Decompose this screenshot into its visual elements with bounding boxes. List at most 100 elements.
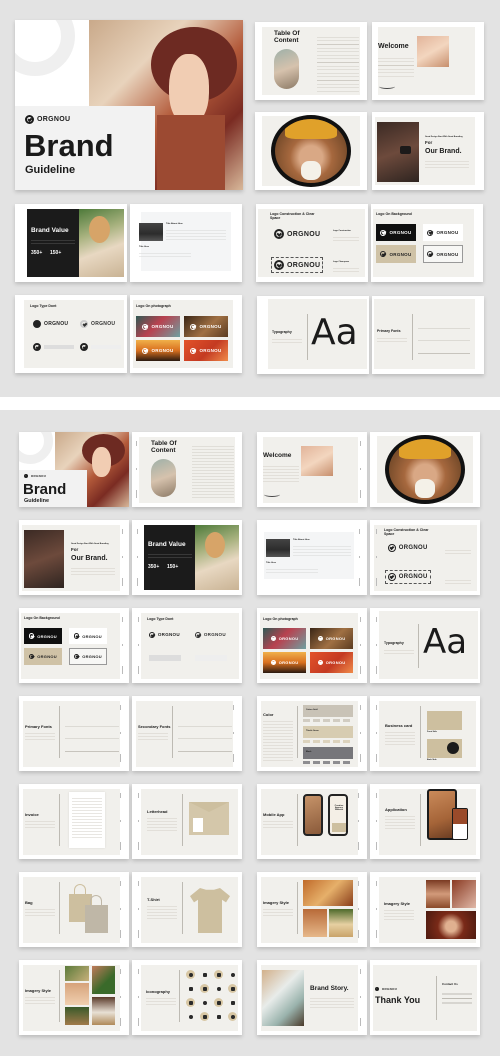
slide-title: Brand Story. — [310, 985, 349, 992]
brand-mark-icon — [74, 653, 80, 660]
brand-mark-icon — [29, 633, 35, 639]
slide-bag[interactable]: Bag — [19, 872, 129, 947]
slide-portrait[interactable] — [370, 432, 480, 507]
article-photo — [139, 223, 163, 241]
slide-logo-background[interactable]: Logo On Background ORGNOU ORGNOU ORGNOU … — [371, 204, 483, 282]
brand-mark-icon — [388, 544, 396, 552]
welcome-photo — [417, 36, 449, 67]
slide-title: Business card — [385, 723, 413, 728]
slide-primary-fonts[interactable]: Primary Fonts — [19, 696, 129, 771]
slide-thank-you[interactable]: ORGNOU Thank You Contact Us — [370, 960, 480, 1035]
slide-title: Logo Construction & Clear Space — [384, 528, 429, 536]
slide-title: Letterhead — [147, 809, 168, 814]
slide-toc[interactable]: Table Of Content — [132, 432, 242, 507]
icon-glyph — [186, 970, 195, 979]
slide-article[interactable]: Title About Here Title Here — [130, 204, 242, 282]
color-swatch: Cotton Gold — [303, 705, 353, 717]
brand-logo: ORGNOU — [375, 987, 397, 991]
cover-title: Brand — [24, 128, 114, 163]
article-heading: Title About Here — [166, 223, 183, 225]
slide-title: Typography — [384, 641, 404, 645]
slide-logo-construction[interactable]: Logo Construction & Clear Space ORGNOU ORG… — [370, 520, 480, 595]
slide-title: Primary Fonts — [25, 724, 52, 729]
slide-title: For — [71, 547, 79, 552]
slide-letterhead[interactable]: Letterhead — [132, 784, 242, 859]
slide-iconography[interactable]: Iconography — [132, 960, 242, 1035]
slide-logo-type-dont[interactable]: Logo Type Dont ORGNOU ORGNOU — [132, 608, 242, 683]
icon-glyph — [214, 984, 223, 993]
slide-tshirt[interactable]: T-Shirt — [132, 872, 242, 947]
icon-glyph — [200, 984, 209, 993]
slide-title: Table Of Content — [151, 440, 177, 454]
section-separator — [0, 397, 500, 410]
cover-subtitle: Guideline — [25, 164, 76, 176]
slide-logo-construction[interactable]: Logo Construction & Clear Space ORGNOU O… — [256, 204, 368, 282]
typography-sample: Aa — [311, 312, 358, 353]
slide-title: Color — [263, 712, 274, 717]
welcome-title: Welcome — [378, 43, 409, 50]
slide-imagery-style-2[interactable]: Imagery Style — [370, 872, 480, 947]
slide-color[interactable]: Color Cotton Gold Thistle Green Black — [257, 696, 367, 771]
icon-glyph — [214, 1012, 223, 1021]
slide-title: Guideline — [24, 498, 50, 504]
slide-portrait[interactable] — [255, 112, 367, 190]
slide-business-card[interactable]: Business card Front Side Back Side — [370, 696, 480, 771]
slide-secondary-fonts[interactable]: Secondary Fonts — [132, 696, 242, 771]
slide-title: Bag — [25, 900, 33, 905]
slide-title: Brand — [23, 481, 67, 498]
slide-application[interactable]: Application — [370, 784, 480, 859]
brand-logo: ORGNOU — [29, 633, 57, 639]
brand-logo: ORGNOU — [74, 633, 102, 639]
icon-glyph — [214, 970, 223, 979]
our-brand-title: Our Brand. — [425, 148, 462, 155]
slide-imagery-style-1[interactable]: Imagery Style — [257, 872, 367, 947]
logo-clearspace-mark: ORGNOU — [270, 257, 324, 273]
slide-cover[interactable]: ORGNOU Brand Guideline — [15, 20, 243, 190]
slide-our-brand[interactable]: Great Design Start With Great Branding F… — [372, 112, 484, 190]
icon-glyph — [200, 970, 209, 979]
toc-list — [317, 34, 359, 92]
slide-title: Contact Us — [442, 982, 458, 986]
icon-glyph — [200, 1012, 209, 1021]
slide-logo-type-dont[interactable]: Logo Type Dont ORGNOU ORGNOU — [15, 295, 127, 373]
brand-mark-icon — [74, 633, 80, 639]
slide-article[interactable]: Title About Here Title Here — [257, 520, 367, 595]
slide-title: Imagery Style — [384, 901, 411, 906]
slide-title: Application — [385, 807, 407, 812]
brand-logo: ORGNOU — [24, 474, 46, 478]
slide-cover[interactable]: ORGNOU Brand Guideline — [19, 432, 129, 507]
slide-typography[interactable]: Typography Aa — [257, 296, 369, 374]
slide-welcome[interactable]: Welcome — [372, 22, 484, 100]
logo-tile-white: ORGNOU — [423, 224, 463, 241]
preview-section-2: ORGNOU Brand Guideline Table Of Content Welc… — [0, 410, 500, 1056]
slide-logo-background[interactable]: Logo On Background ORGNOU ORGNOU ORGNOU ORGN… — [19, 608, 129, 683]
slide-title: Mobile App — [263, 812, 285, 817]
our-brand-for: For — [425, 140, 433, 145]
slide-mobile-app[interactable]: Mobile App Creative Agency Website — [257, 784, 367, 859]
logo-construction-title: Logo Construction & Clear Space — [270, 212, 315, 220]
icon-glyph — [228, 984, 237, 993]
slide-table-of-content[interactable]: Table Of Content — [255, 22, 367, 100]
slide-title: Imagery Style — [263, 900, 290, 905]
slide-title: 150+ — [167, 564, 179, 570]
slide-our-brand[interactable]: Great Design Start With Great Branding Fo… — [19, 520, 129, 595]
brand-mark-icon — [317, 635, 323, 642]
slide-logo-photograph[interactable]: Logo On photograph ORGNOU ORGNOU ORGNOU ORGN… — [257, 608, 367, 683]
slide-brand-value[interactable]: Brand Value 350+ 150+ — [132, 520, 242, 595]
slide-primary-fonts[interactable]: Primary Fonts — [372, 296, 484, 374]
icon-glyph — [186, 998, 195, 1007]
typography-title: Typography — [272, 330, 292, 334]
logo-tile-outline: ORGNOU — [423, 245, 463, 263]
slide-title: Logo On photograph — [263, 617, 298, 621]
slide-welcome[interactable]: Welcome — [257, 432, 367, 507]
slide-imagery-style-3[interactable]: Imagery Style — [19, 960, 129, 1035]
preview-section-1: ORGNOU Brand Guideline Table Of Content … — [0, 0, 500, 397]
icon-glyph — [186, 1012, 195, 1021]
slide-typography[interactable]: Typography Aa — [370, 608, 480, 683]
brand-logo: ORGNOU — [317, 659, 346, 666]
slide-brand-story[interactable]: Brand Story. — [257, 960, 367, 1035]
slide-brand-value[interactable]: Brand Value 350+ 150+ — [15, 204, 127, 282]
brand-mark-icon — [195, 632, 201, 638]
slide-logo-photograph[interactable]: Logo On photograph ORGNOU ORGNOU ORGNOU … — [130, 295, 242, 373]
slide-invoice[interactable]: Invoice — [19, 784, 129, 859]
